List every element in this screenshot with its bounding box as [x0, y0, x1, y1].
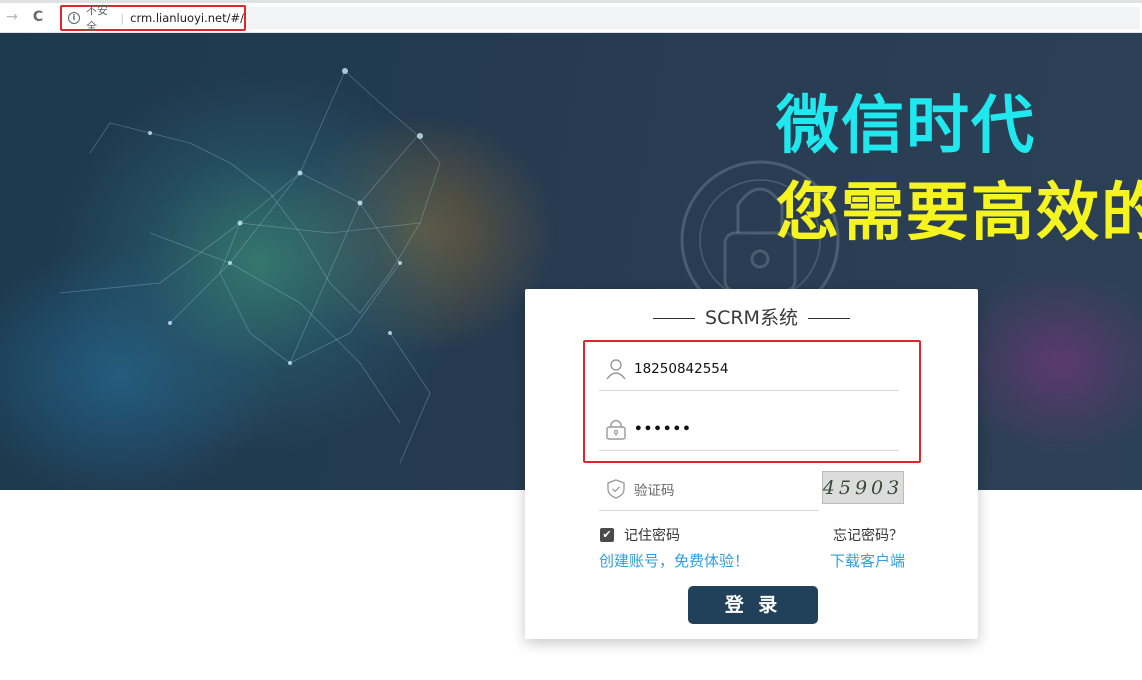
password-field[interactable]: ••••••: [599, 407, 899, 451]
title-dash-left: [653, 318, 696, 319]
username-field[interactable]: 18250842554: [599, 347, 899, 391]
url-separator: |: [120, 11, 125, 25]
user-icon: [606, 358, 626, 379]
username-value[interactable]: 18250842554: [634, 361, 728, 377]
title-dash-right: [807, 318, 850, 319]
login-card: SCRM系统 18250842554 •••••• 验证码 45903 ✔ 记住…: [525, 289, 978, 639]
captcha-placeholder[interactable]: 验证码: [634, 479, 675, 499]
reload-icon[interactable]: C: [28, 6, 48, 28]
browser-toolbar: → C i 不安全 | crm.lianluoyi.net/#/: [0, 0, 1142, 33]
remember-checkbox[interactable]: ✔: [600, 528, 614, 542]
download-client-link[interactable]: 下载客户端: [830, 550, 905, 571]
captcha-image[interactable]: 45903: [822, 471, 904, 504]
login-title: SCRM系统: [525, 306, 978, 330]
lock-icon: [606, 419, 626, 440]
create-account-link[interactable]: 创建账号，免费体验！: [599, 550, 749, 571]
url-text[interactable]: crm.lianluoyi.net/#/: [130, 11, 244, 25]
security-label[interactable]: 不安全: [86, 2, 114, 34]
hero-headline-2: 您需要高效的: [776, 176, 1142, 249]
forward-icon[interactable]: →: [2, 6, 22, 28]
remember-password[interactable]: ✔ 记住密码: [600, 525, 680, 545]
remember-label[interactable]: 记住密码: [624, 525, 680, 545]
login-title-text: SCRM系统: [705, 307, 798, 329]
info-icon[interactable]: i: [68, 12, 80, 24]
login-button[interactable]: 登 录: [688, 586, 818, 624]
hero-headline-1: 微信时代: [776, 89, 1036, 162]
address-bar[interactable]: i 不安全 | crm.lianluoyi.net/#/: [60, 2, 246, 34]
shield-icon: [607, 478, 625, 499]
address-bar-background: [246, 7, 1140, 29]
password-value[interactable]: ••••••: [634, 421, 692, 437]
captcha-field[interactable]: 验证码: [599, 467, 819, 511]
forgot-password-link[interactable]: 忘记密码？: [833, 525, 903, 545]
